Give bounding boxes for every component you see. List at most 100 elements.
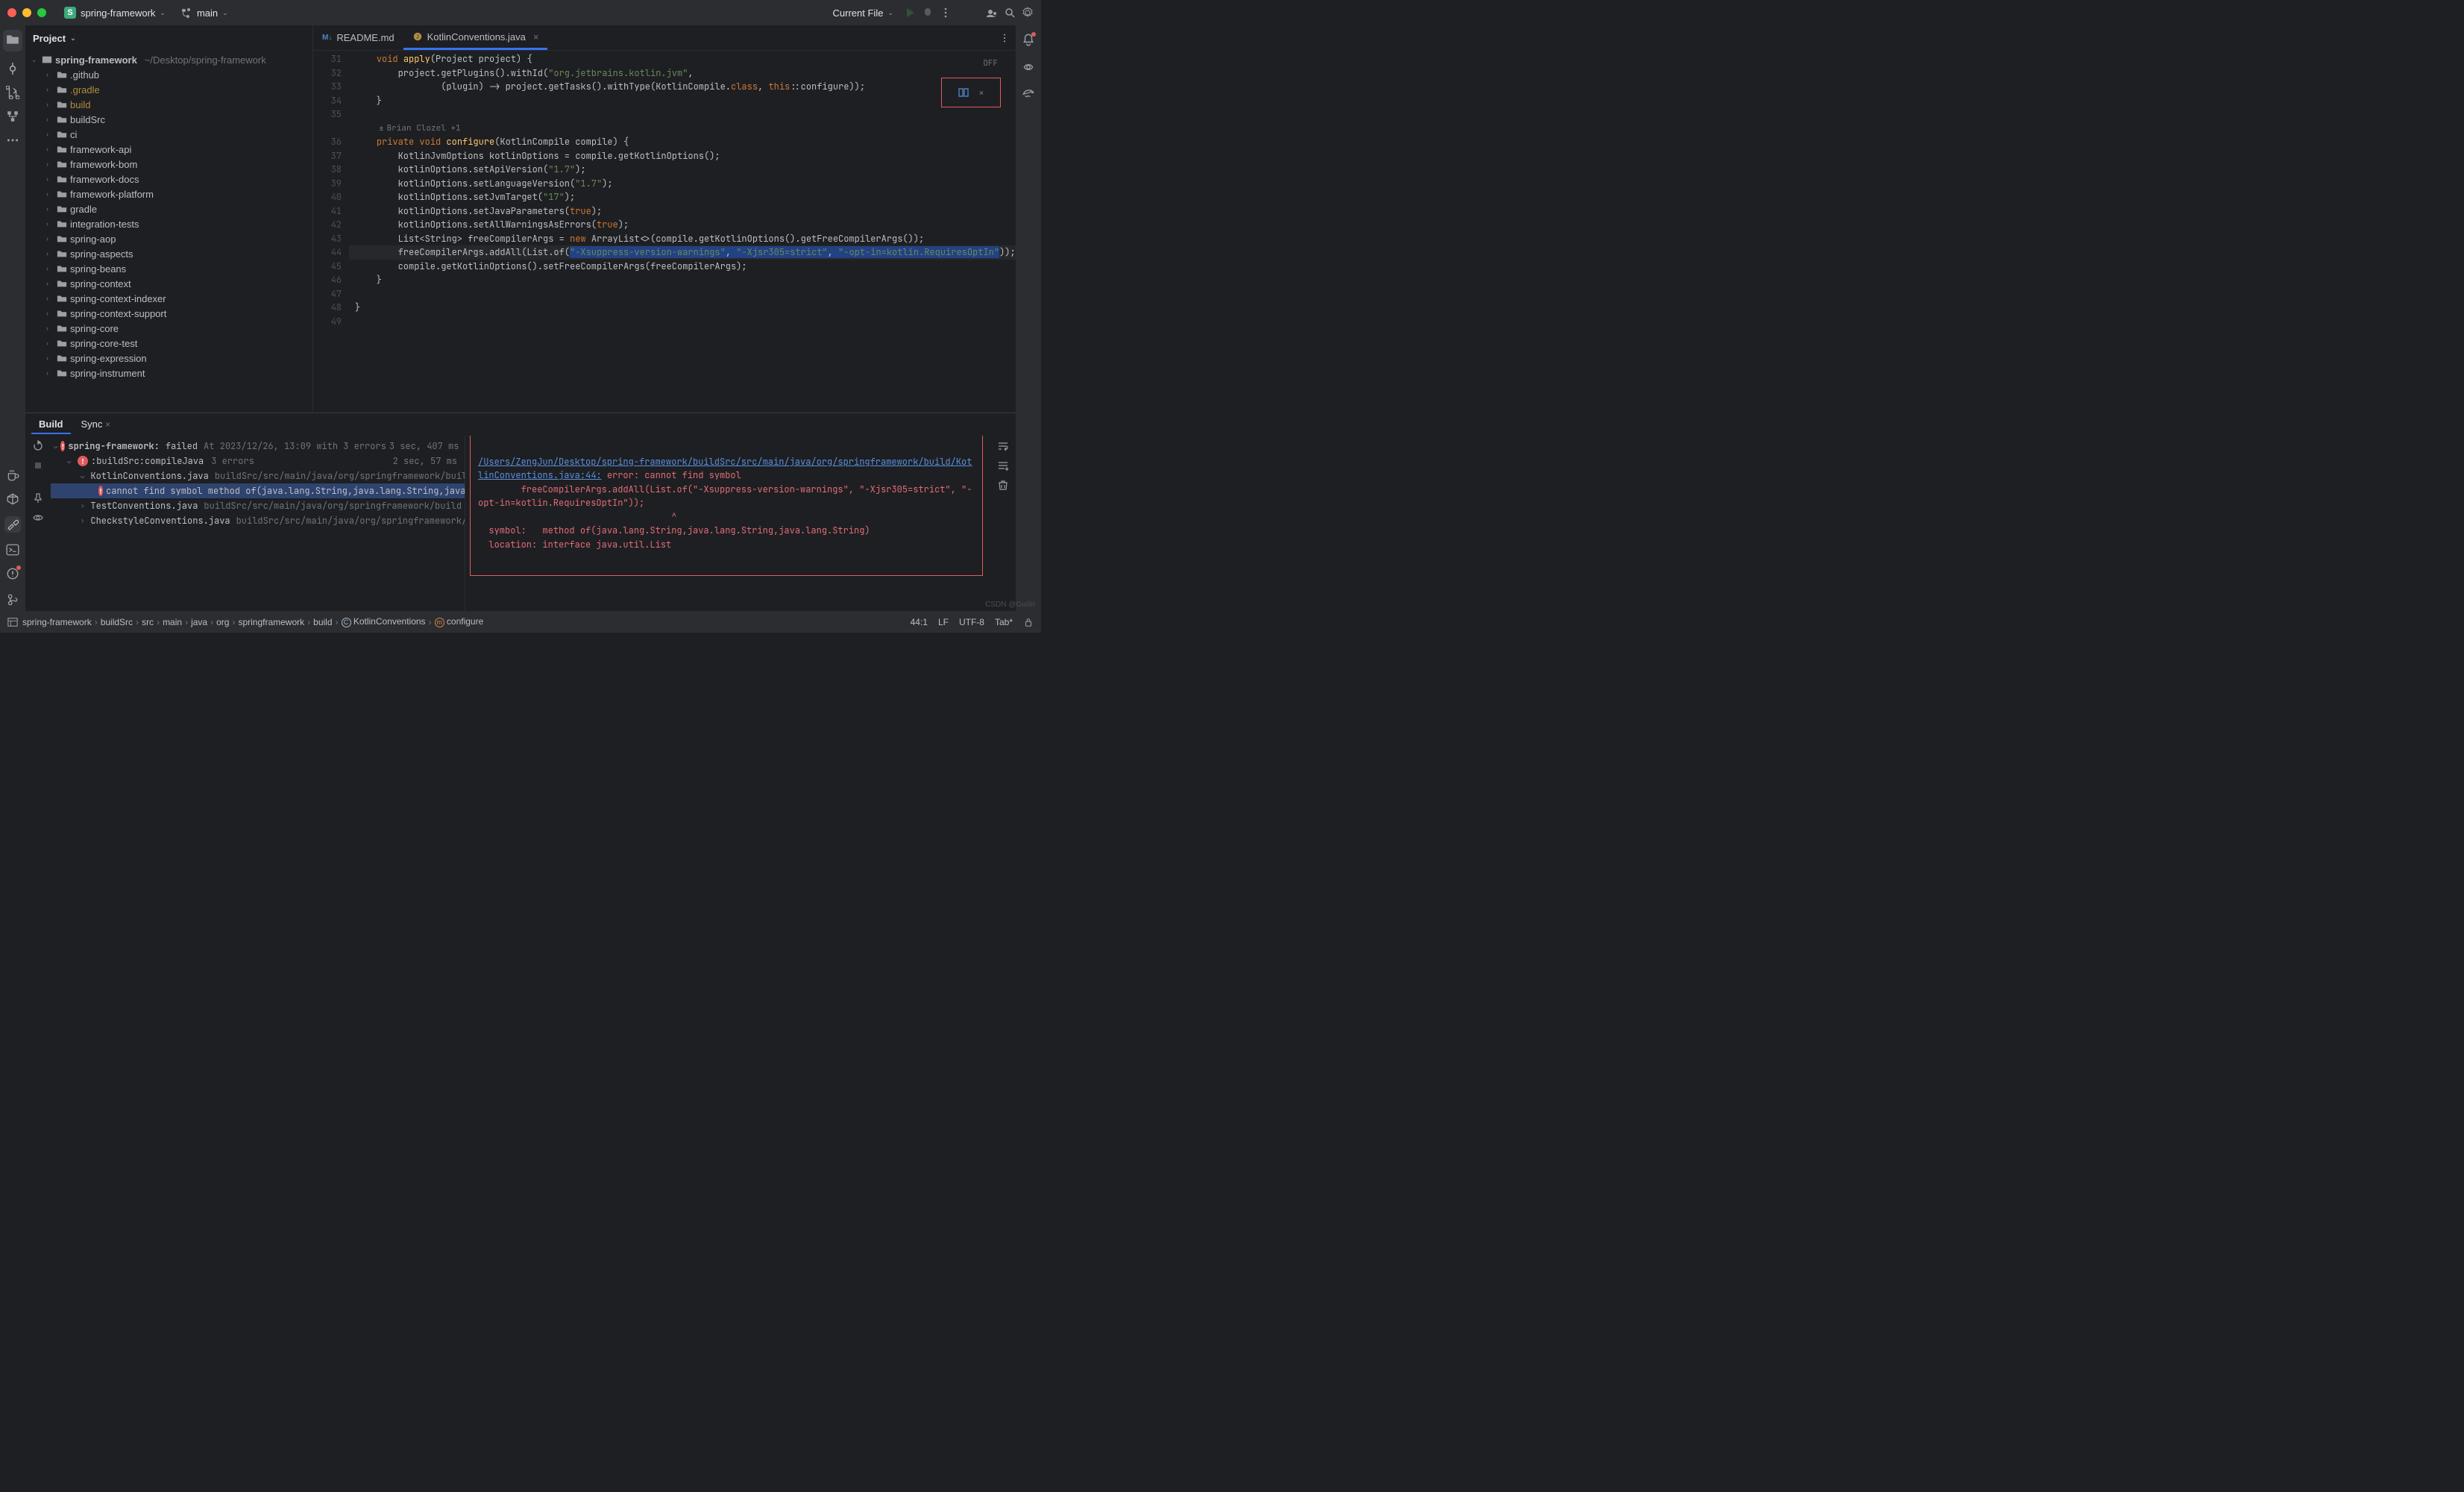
gradle-icon[interactable]: [1022, 86, 1035, 99]
build-output[interactable]: /Users/ZengJun/Desktop/spring-framework/…: [465, 436, 990, 611]
expand-arrow-icon[interactable]: ›: [46, 116, 54, 123]
tree-item[interactable]: › spring-context-indexer: [25, 291, 312, 306]
tree-item[interactable]: › integration-tests: [25, 216, 312, 231]
pull-requests-icon[interactable]: [6, 86, 19, 99]
breadcrumb-method[interactable]: m configure: [435, 616, 484, 627]
code-content[interactable]: void apply(Project project) { project.ge…: [349, 51, 1016, 413]
code-with-me-icon[interactable]: [986, 7, 998, 19]
expand-arrow-icon[interactable]: ⌄: [31, 56, 39, 64]
tool-windows-icon[interactable]: [7, 617, 18, 627]
notifications-icon[interactable]: [1022, 33, 1035, 48]
breadcrumb-item[interactable]: src: [142, 617, 154, 627]
caret-position[interactable]: 44:1: [911, 617, 928, 627]
tab-more-icon[interactable]: [999, 33, 1010, 43]
tree-item[interactable]: › framework-docs: [25, 172, 312, 186]
soft-wrap-icon[interactable]: [997, 440, 1009, 452]
build-root-row[interactable]: ⌄ ! spring-framework: failed At 2023/12/…: [51, 439, 465, 454]
ai-assistant-icon[interactable]: [1022, 60, 1035, 74]
expand-arrow-icon[interactable]: ›: [46, 310, 54, 317]
tree-item[interactable]: › .github: [25, 67, 312, 82]
close-icon[interactable]: ×: [978, 87, 984, 99]
tree-item[interactable]: › spring-expression: [25, 351, 312, 366]
tree-root[interactable]: ⌄ spring-framework ~/Desktop/spring-fram…: [25, 52, 312, 67]
breadcrumb-item[interactable]: java: [191, 617, 207, 627]
breadcrumb-item[interactable]: build: [313, 617, 332, 627]
tree-item[interactable]: › gradle: [25, 201, 312, 216]
coffee-icon[interactable]: [6, 468, 19, 482]
expand-arrow-icon[interactable]: ›: [46, 160, 54, 168]
expand-arrow-icon[interactable]: ›: [46, 190, 54, 198]
clear-icon[interactable]: [997, 479, 1009, 491]
close-window-icon[interactable]: [7, 8, 16, 17]
tree-item[interactable]: › framework-api: [25, 142, 312, 157]
build-tree[interactable]: ⌄ ! spring-framework: failed At 2023/12/…: [51, 436, 465, 611]
expand-arrow-icon[interactable]: ›: [46, 265, 54, 272]
vcs-branch[interactable]: main ⌄: [176, 5, 233, 20]
breadcrumb-item[interactable]: main: [163, 617, 182, 627]
view-icon[interactable]: [32, 512, 44, 524]
breadcrumb-class[interactable]: C KotlinConventions: [342, 616, 426, 627]
build-tool-icon[interactable]: [4, 516, 21, 533]
debug-icon[interactable]: [922, 7, 934, 19]
close-tab-icon[interactable]: ×: [533, 31, 539, 43]
expand-arrow-icon[interactable]: ›: [46, 205, 54, 213]
tree-item[interactable]: › spring-context: [25, 276, 312, 291]
project-selector[interactable]: S spring-framework ⌄: [60, 5, 170, 20]
tree-item[interactable]: › spring-core-test: [25, 336, 312, 351]
settings-gear-icon[interactable]: [1022, 7, 1034, 19]
indent-info[interactable]: Tab*: [995, 617, 1013, 627]
vcs-tool-icon[interactable]: [6, 593, 19, 606]
tree-item[interactable]: › buildSrc: [25, 112, 312, 127]
reader-mode-icon[interactable]: [958, 87, 969, 98]
build-tab[interactable]: Build: [31, 416, 71, 434]
build-file-row[interactable]: › CheckstyleConventions.java buildSrc/sr…: [51, 513, 465, 528]
tree-item[interactable]: › spring-instrument: [25, 366, 312, 380]
project-panel-header[interactable]: Project ⌄: [25, 25, 312, 51]
build-error-row[interactable]: ! cannot find symbol method of(java.lang…: [51, 483, 465, 498]
tree-item[interactable]: › build: [25, 97, 312, 112]
breadcrumb-item[interactable]: spring-framework: [22, 617, 92, 627]
file-encoding[interactable]: UTF-8: [959, 617, 984, 627]
commit-icon[interactable]: [6, 62, 19, 75]
code-area[interactable]: OFF × 3132333435 36373839404142434445464…: [313, 51, 1016, 413]
tree-item[interactable]: › framework-platform: [25, 186, 312, 201]
rerun-icon[interactable]: [32, 440, 44, 452]
build-file-row[interactable]: › TestConventions.java buildSrc/src/main…: [51, 498, 465, 513]
minimize-window-icon[interactable]: [22, 8, 31, 17]
scroll-to-end-icon[interactable]: [997, 460, 1009, 471]
project-tool-button[interactable]: [3, 30, 22, 51]
readonly-lock-icon[interactable]: [1023, 617, 1034, 627]
services-icon[interactable]: [6, 492, 19, 506]
expand-arrow-icon[interactable]: ›: [46, 131, 54, 138]
maximize-window-icon[interactable]: [37, 8, 46, 17]
expand-arrow-icon[interactable]: ›: [46, 101, 54, 108]
expand-arrow-icon[interactable]: ›: [46, 175, 54, 183]
line-separator[interactable]: LF: [938, 617, 949, 627]
project-tree[interactable]: ⌄ spring-framework ~/Desktop/spring-fram…: [25, 51, 312, 413]
expand-arrow-icon[interactable]: ›: [46, 71, 54, 78]
sync-tab[interactable]: Sync ×: [74, 416, 119, 434]
tree-item[interactable]: › spring-context-support: [25, 306, 312, 321]
tree-item[interactable]: › spring-core: [25, 321, 312, 336]
pin-icon[interactable]: [32, 492, 44, 504]
stop-icon[interactable]: [32, 460, 44, 471]
expand-arrow-icon[interactable]: ›: [46, 280, 54, 287]
tree-item[interactable]: › framework-bom: [25, 157, 312, 172]
run-config-selector[interactable]: Current File ⌄: [829, 6, 898, 20]
breadcrumbs[interactable]: spring-framework › buildSrc › src › main…: [22, 616, 483, 627]
close-icon[interactable]: ×: [105, 419, 110, 430]
expand-arrow-icon[interactable]: ›: [46, 145, 54, 153]
tree-item[interactable]: › spring-beans: [25, 261, 312, 276]
more-tools-icon[interactable]: [6, 134, 19, 147]
editor-tab[interactable]: M↓README.md: [313, 25, 403, 50]
expand-arrow-icon[interactable]: ›: [46, 235, 54, 242]
terminal-icon[interactable]: [6, 543, 19, 557]
problems-tool-icon[interactable]: [6, 567, 19, 583]
expand-arrow-icon[interactable]: ›: [46, 354, 54, 362]
expand-arrow-icon[interactable]: ›: [46, 220, 54, 228]
tree-item[interactable]: › ci: [25, 127, 312, 142]
more-icon[interactable]: [940, 7, 952, 19]
tree-item[interactable]: › .gradle: [25, 82, 312, 97]
run-icon[interactable]: [904, 7, 916, 19]
tree-item[interactable]: › spring-aop: [25, 231, 312, 246]
